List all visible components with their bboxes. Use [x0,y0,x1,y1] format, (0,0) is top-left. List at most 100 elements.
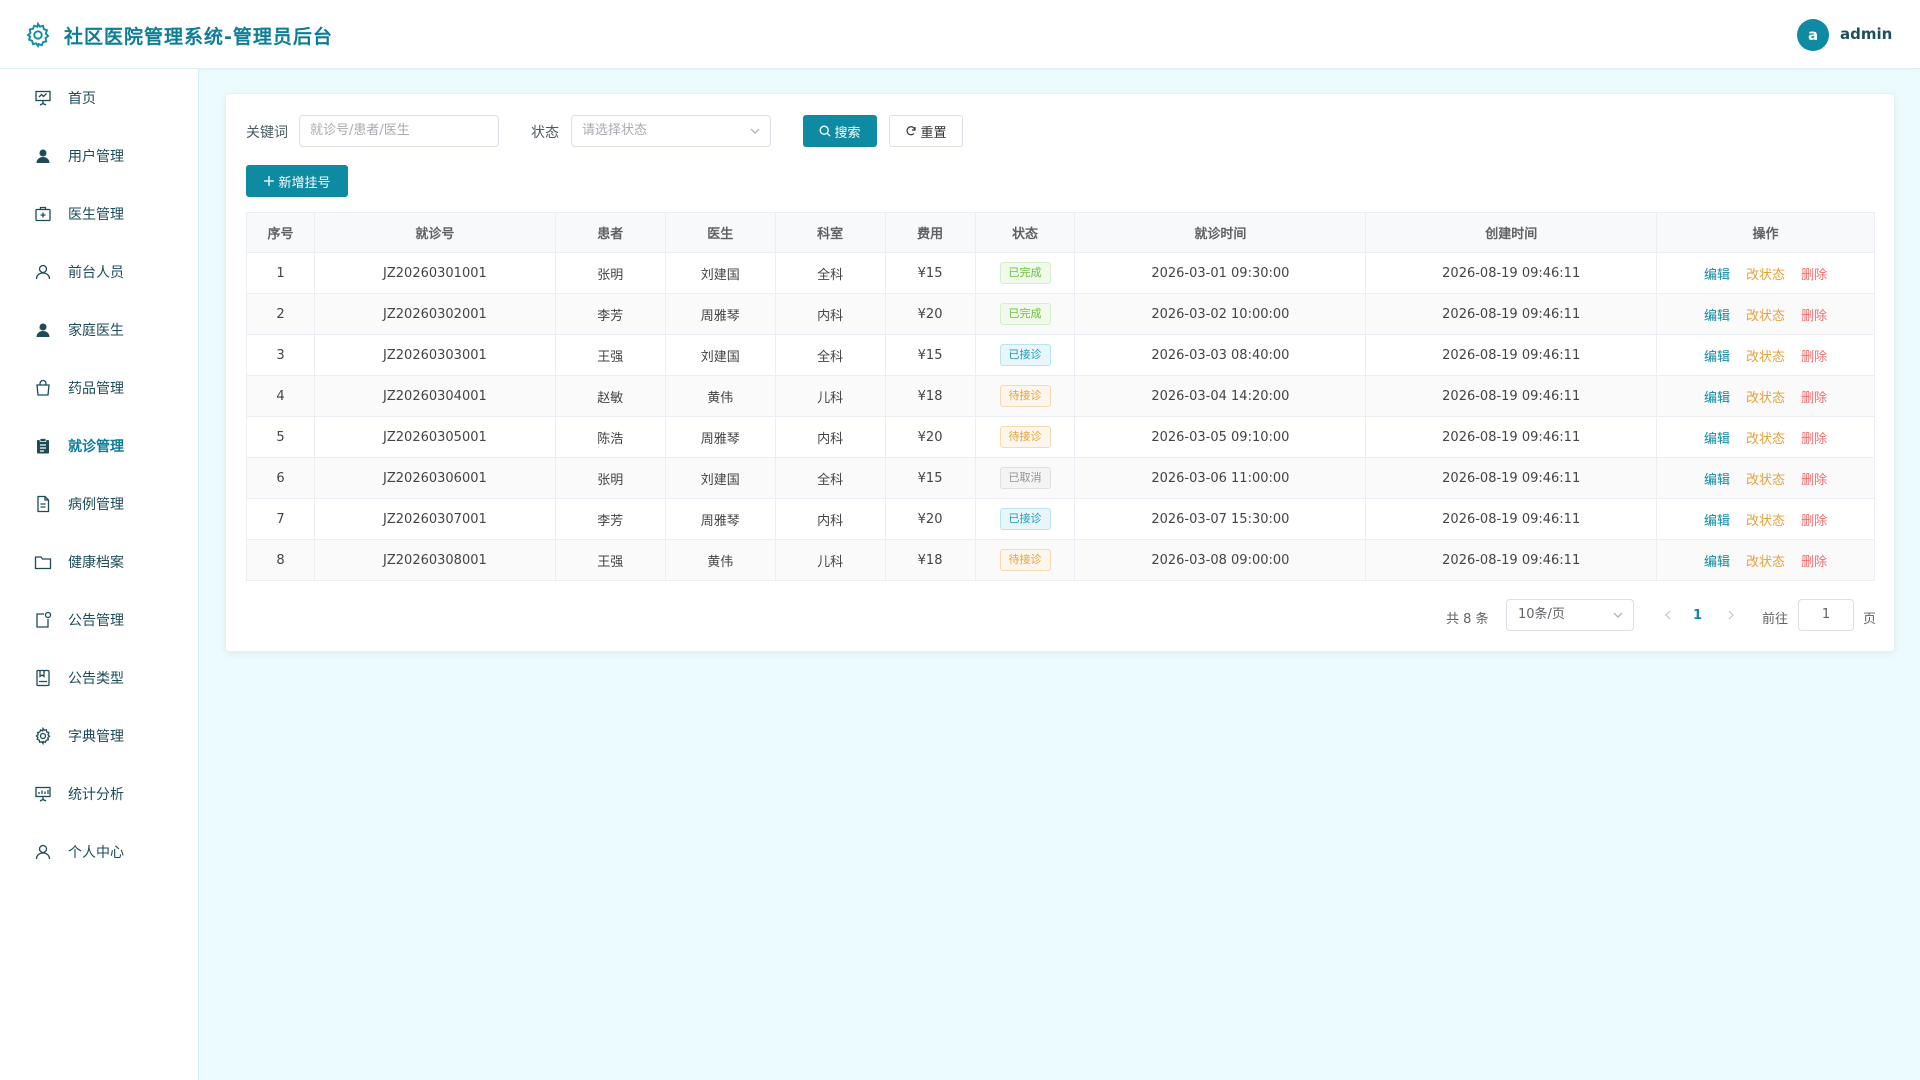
status-badge: 已接诊 [999,344,1051,366]
sidebar-item-8[interactable]: 健康档案 [0,533,198,591]
chevron-down-icon [1613,612,1623,618]
gear-icon [34,726,52,746]
column-header: 状态 [975,212,1076,253]
cell-visit-time: 2026-03-07 15:30:00 [1074,498,1367,540]
cell-created: 2026-08-19 09:46:11 [1365,498,1658,540]
delete-link[interactable]: 删除 [1801,391,1827,406]
status-badge: 待接诊 [999,426,1051,448]
sidebar-item-7[interactable]: 病例管理 [0,475,198,533]
add-registration-button[interactable]: 新增挂号 [246,165,348,197]
status-select[interactable]: 请选择状态 [571,115,771,147]
sidebar-item-4[interactable]: 家庭医生 [0,301,198,359]
status-badge: 已取消 [999,467,1051,489]
sidebar-item-9[interactable]: 公告管理 [0,591,198,649]
cell-dept: 内科 [775,293,886,335]
app-header: 社区医院管理系统-管理员后台 a admin [0,0,1920,69]
search-button[interactable]: 搜索 [803,115,877,147]
cell-fee: ¥15 [885,252,976,294]
cell-fee: ¥18 [885,539,976,581]
keyword-label: 关键词 [246,125,288,141]
column-header: 就诊号 [314,212,556,253]
page-size-value: 10条/页 [1518,607,1565,622]
cell-visit-no: JZ20260301001 [314,252,556,294]
sidebar-item-11[interactable]: 字典管理 [0,707,198,765]
status-badge: 待接诊 [999,385,1051,407]
change-status-link[interactable]: 改状态 [1746,268,1785,283]
notebook-icon [34,669,52,687]
column-header: 就诊时间 [1074,212,1367,253]
delete-link[interactable]: 删除 [1801,309,1827,324]
column-header: 科室 [775,212,886,253]
column-header: 患者 [555,212,666,253]
sidebar-item-13[interactable]: 个人中心 [0,823,198,881]
first-aid-kit-icon [34,205,52,223]
username[interactable]: admin [1840,25,1892,43]
edit-link[interactable]: 编辑 [1704,391,1730,406]
status-badge: 待接诊 [999,549,1051,571]
cell-status: 已完成 [975,293,1076,335]
sidebar-item-2[interactable]: 医生管理 [0,185,198,243]
page-size-select[interactable]: 10条/页 [1506,599,1634,631]
cell-status: 已取消 [975,457,1076,499]
edit-link[interactable]: 编辑 [1704,555,1730,570]
sidebar-item-5[interactable]: 药品管理 [0,359,198,417]
next-page-icon[interactable] [1726,610,1736,620]
sidebar-item-3[interactable]: 前台人员 [0,243,198,301]
cell-no: 6 [246,457,315,499]
edit-link[interactable]: 编辑 [1704,514,1730,529]
edit-link[interactable]: 编辑 [1704,473,1730,488]
cell-actions: 编辑 改状态 删除 [1656,293,1875,335]
column-header: 操作 [1656,212,1875,253]
cell-patient: 张明 [555,252,666,294]
cell-doctor: 周雅琴 [665,293,776,335]
edit-link[interactable]: 编辑 [1704,350,1730,365]
cell-created: 2026-08-19 09:46:11 [1365,334,1658,376]
cell-patient: 王强 [555,539,666,581]
sidebar-item-10[interactable]: 公告类型 [0,649,198,707]
cell-no: 8 [246,539,315,581]
cell-no: 7 [246,498,315,540]
sidebar-item-1[interactable]: 用户管理 [0,127,198,185]
delete-link[interactable]: 删除 [1801,268,1827,283]
prev-page-icon[interactable] [1663,610,1673,620]
cell-fee: ¥18 [885,375,976,417]
change-status-link[interactable]: 改状态 [1746,432,1785,447]
change-status-link[interactable]: 改状态 [1746,514,1785,529]
edit-link[interactable]: 编辑 [1704,309,1730,324]
goto-page-input[interactable]: 1 [1798,599,1854,631]
change-status-link[interactable]: 改状态 [1746,391,1785,406]
status-badge: 已完成 [999,303,1051,325]
cell-status: 已接诊 [975,498,1076,540]
current-page[interactable]: 1 [1693,608,1702,623]
edit-link[interactable]: 编辑 [1704,432,1730,447]
refresh-icon [906,126,917,136]
change-status-link[interactable]: 改状态 [1746,555,1785,570]
delete-link[interactable]: 删除 [1801,350,1827,365]
cell-patient: 陈浩 [555,416,666,458]
document-icon [34,495,52,513]
reset-button[interactable]: 重置 [889,115,963,147]
keyword-input[interactable]: 就诊号/患者/医生 [299,115,499,147]
delete-link[interactable]: 删除 [1801,473,1827,488]
delete-link[interactable]: 删除 [1801,555,1827,570]
cell-visit-no: JZ20260302001 [314,293,556,335]
cell-actions: 编辑 改状态 删除 [1656,457,1875,499]
change-status-link[interactable]: 改状态 [1746,309,1785,324]
sidebar-item-12[interactable]: 统计分析 [0,765,198,823]
delete-link[interactable]: 删除 [1801,432,1827,447]
change-status-link[interactable]: 改状态 [1746,473,1785,488]
sidebar-item-label: 首页 [68,91,96,107]
delete-link[interactable]: 删除 [1801,514,1827,529]
add-registration-label: 新增挂号 [278,175,331,191]
edit-link[interactable]: 编辑 [1704,268,1730,283]
cell-patient: 李芳 [555,293,666,335]
cell-actions: 编辑 改状态 删除 [1656,416,1875,458]
cell-dept: 内科 [775,498,886,540]
sidebar-item-0[interactable]: 首页 [0,69,198,127]
change-status-link[interactable]: 改状态 [1746,350,1785,365]
table-row: 6 JZ20260306001 张明 刘建国 全科 ¥15 已取消 2026-03-06 11… [246,457,1875,499]
avatar[interactable]: a [1797,19,1829,51]
cell-actions: 编辑 改状态 删除 [1656,539,1875,581]
sidebar-item-6[interactable]: 就诊管理 [0,417,198,475]
table-row: 2 JZ20260302001 李芳 周雅琴 内科 ¥20 已完成 2026-03-02 10… [246,293,1875,335]
